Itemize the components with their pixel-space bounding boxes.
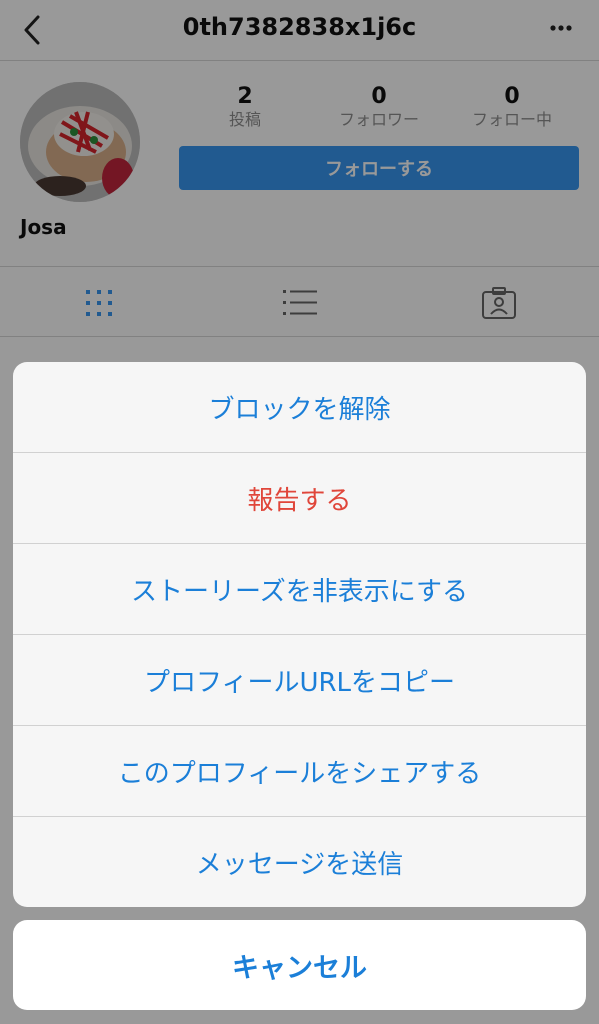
share-profile-option[interactable]: このプロフィールをシェアする — [13, 726, 586, 817]
unblock-option[interactable]: ブロックを解除 — [13, 362, 586, 453]
send-message-option[interactable]: メッセージを送信 — [13, 817, 586, 907]
action-sheet: ブロックを解除 報告する ストーリーズを非表示にする プロフィールURLをコピー… — [13, 362, 586, 907]
copy-profile-url-option[interactable]: プロフィールURLをコピー — [13, 635, 586, 726]
hide-stories-option[interactable]: ストーリーズを非表示にする — [13, 544, 586, 635]
report-option[interactable]: 報告する — [13, 453, 586, 544]
cancel-button[interactable]: キャンセル — [13, 920, 586, 1010]
